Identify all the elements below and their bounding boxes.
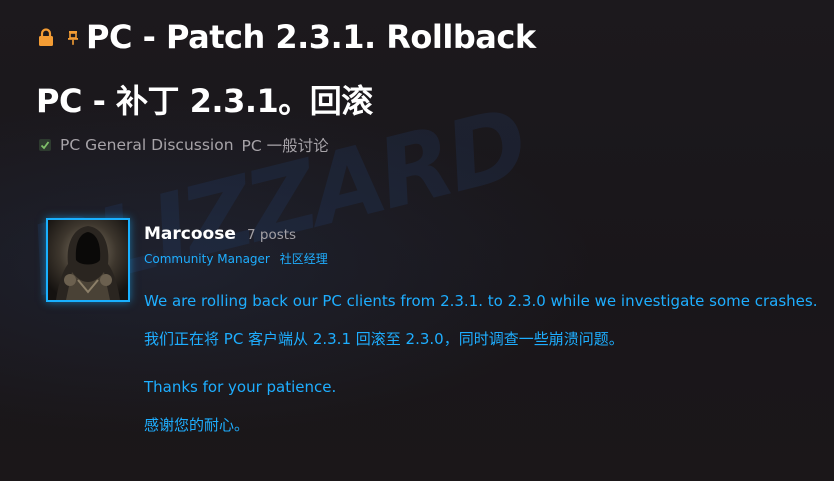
topic-title-english: PC - Patch 2.3.1. Rollback	[86, 18, 536, 56]
topic-title-chinese: PC - 补丁 2.3.1。回滚	[36, 82, 373, 120]
avatar[interactable]	[46, 218, 130, 302]
author-role: Community Manager 社区经理	[144, 250, 328, 267]
category-name-chinese[interactable]: PC 一般讨论	[242, 134, 329, 156]
author-post-count: 7 posts	[247, 227, 297, 243]
author-role-english: Community Manager	[144, 252, 270, 266]
category-breadcrumb[interactable]: PC General Discussion PC 一般讨论	[38, 134, 329, 156]
post-paragraph: We are rolling back our PC clients from …	[144, 292, 818, 310]
hooded-figure-avatar	[48, 220, 128, 300]
author-role-chinese: 社区经理	[279, 252, 328, 266]
pin-icon	[66, 27, 80, 47]
author-name[interactable]: Marcoose	[144, 224, 236, 244]
post-paragraph: Thanks for your patience.	[144, 378, 337, 396]
post-paragraph: 我们正在将 PC 客户端从 2.3.1 回滚至 2.3.0，同时调查一些崩溃问题…	[144, 330, 624, 348]
post-paragraph: 感谢您的耐心。	[144, 416, 250, 434]
lock-icon	[36, 27, 56, 47]
category-name-english[interactable]: PC General Discussion	[60, 136, 234, 154]
topic-title-row: PC - Patch 2.3.1. Rollback	[36, 18, 536, 56]
shield-check-icon	[38, 138, 52, 152]
topic-page: BLIZZARD PC - Patch 2.3.1. Rollback PC -…	[0, 0, 834, 481]
